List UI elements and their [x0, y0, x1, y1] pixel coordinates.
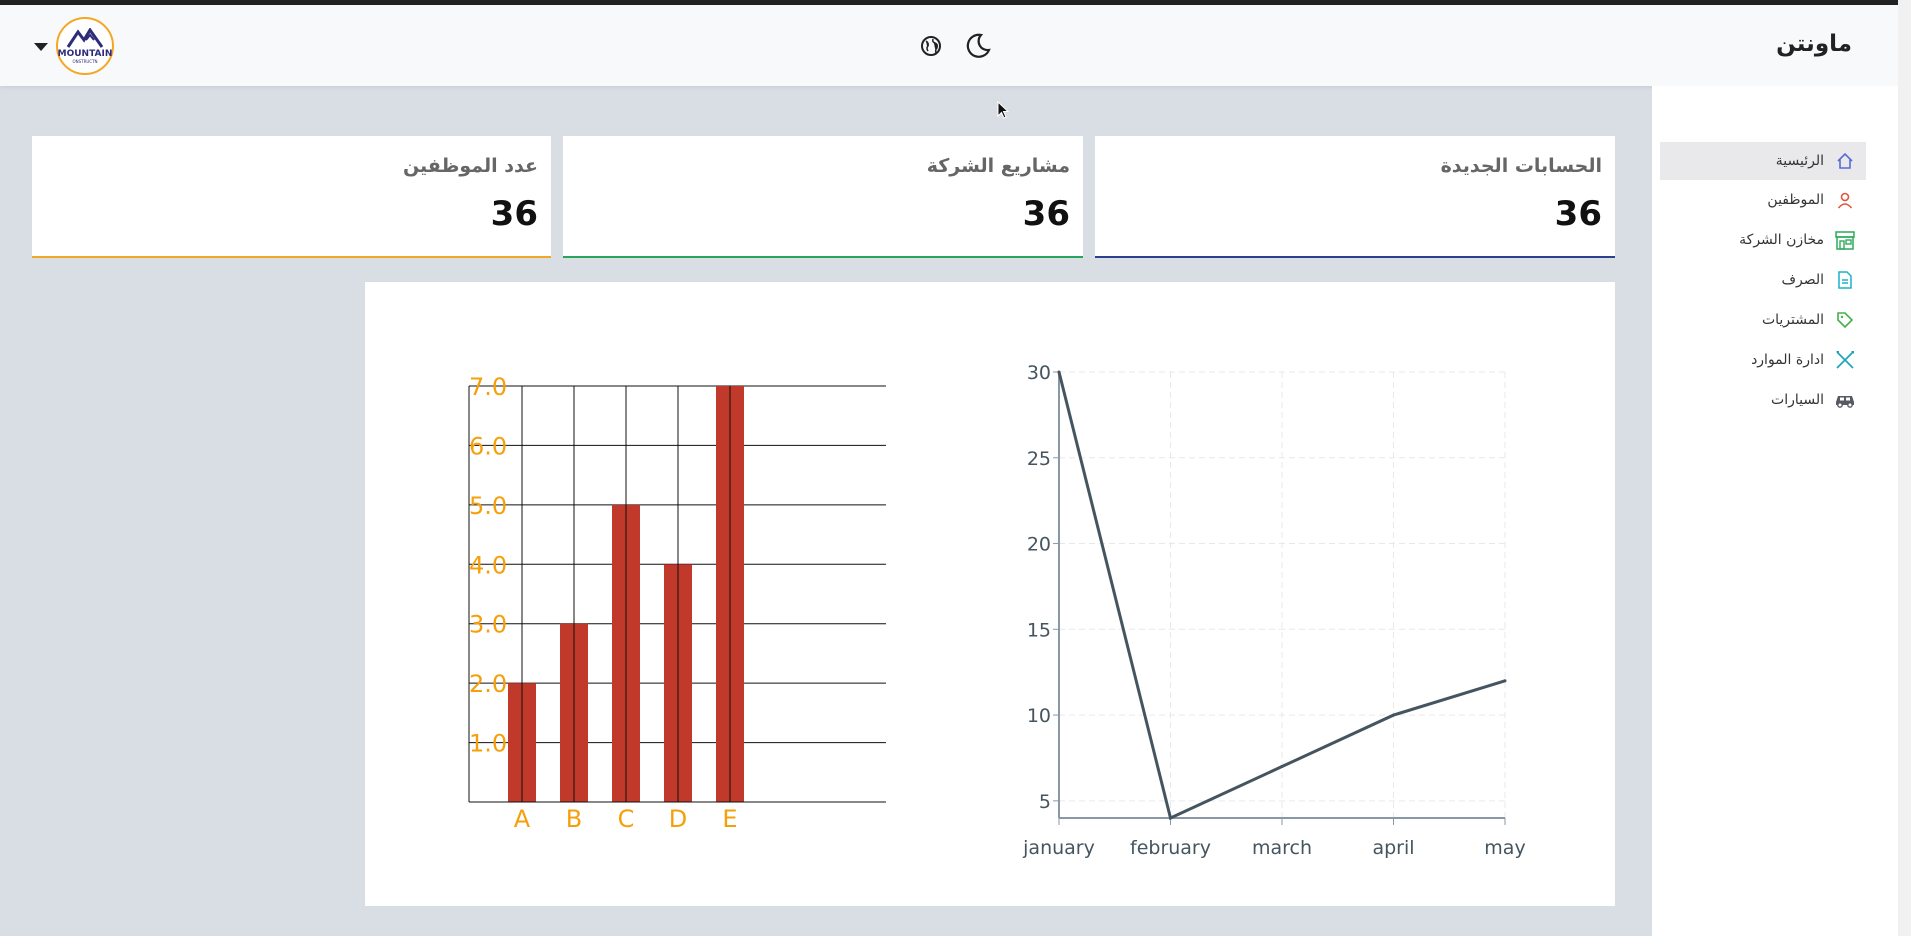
y-tick-label: 20 [1027, 534, 1051, 556]
y-tick-label: 5 [1039, 791, 1051, 813]
sidebar-item-label: السيارات [1771, 392, 1824, 408]
sidebar-nav: الرئيسية الموظفين مخازن الشركة الصرف المشتري… [1660, 142, 1866, 420]
sidebar-item-label: الرئيسية [1775, 153, 1824, 169]
card-accent-line [32, 256, 551, 258]
y-tick-label: 15 [1027, 619, 1051, 641]
x-tick-label: may [1484, 837, 1525, 859]
logo-text: MOUNTAIN [57, 49, 113, 59]
data-point [1392, 713, 1395, 717]
y-tick-label: 2.0 [469, 670, 507, 698]
mouse-cursor-icon [997, 101, 1010, 119]
store-icon [1834, 229, 1856, 251]
tools-icon [1834, 349, 1856, 371]
document-icon [1834, 269, 1856, 291]
x-tick-label: march [1252, 837, 1312, 859]
language-button[interactable] [914, 29, 948, 63]
sidebar: الرئيسية الموظفين مخازن الشركة الصرف المشتري… [1652, 86, 1898, 936]
sidebar-item-home[interactable]: الرئيسية [1660, 142, 1866, 180]
y-tick-label: 7.0 [469, 373, 507, 401]
y-tick-label: 5.0 [469, 492, 507, 520]
data-point [1057, 370, 1061, 374]
card-value: 36 [1022, 194, 1070, 234]
sidebar-item-label: المشتريات [1761, 312, 1824, 328]
card-company-projects: مشاريع الشركة 36 [563, 136, 1083, 258]
logo-subtext: ONSTRUCTN [72, 59, 98, 64]
sidebar-item-car[interactable]: السيارات [1660, 380, 1866, 420]
page-scrollbar[interactable] [1898, 0, 1911, 936]
y-tick-label: 6.0 [469, 432, 507, 460]
x-tick-label: B [566, 805, 582, 833]
dark-mode-toggle[interactable] [960, 29, 994, 63]
sidebar-item-label: الموظفين [1767, 192, 1824, 208]
card-title: مشاريع الشركة [926, 155, 1070, 177]
sidebar-item-label: مخازن الشركة [1739, 232, 1824, 248]
x-tick-label: february [1130, 837, 1211, 859]
sidebar-item-user[interactable]: الموظفين [1660, 180, 1866, 220]
x-tick-label: E [722, 805, 737, 833]
globe-icon [921, 36, 941, 56]
y-tick-label: 30 [1027, 362, 1051, 384]
home-icon [1834, 150, 1856, 172]
sidebar-item-tools[interactable]: ادارة الموارد [1660, 340, 1866, 380]
y-tick-label: 4.0 [469, 551, 507, 579]
card-accent-line [1095, 256, 1615, 258]
charts-panel: A B C D E 1.0 2.0 3.0 4.0 5.0 6.0 7.0 5 10 15 20 25 30 ja… [365, 282, 1615, 906]
card-employee-count: عدد الموظفين 36 [32, 136, 551, 258]
bar-chart: A B C D E 1.0 2.0 3.0 4.0 5.0 6.0 7.0 [468, 373, 886, 833]
sidebar-item-label: الصرف [1781, 272, 1824, 288]
top-header: ماونتن MOUNTAIN ONSTRUCTN [0, 5, 1898, 86]
line-chart: 5 10 15 20 25 30 january february march april may [1022, 362, 1526, 859]
user-menu-dropdown[interactable] [34, 43, 48, 51]
sidebar-item-store[interactable]: مخازن الشركة [1660, 220, 1866, 260]
company-logo[interactable]: MOUNTAIN ONSTRUCTN [56, 17, 114, 75]
data-point [1280, 765, 1284, 769]
card-value: 36 [490, 194, 538, 234]
x-tick-label: C [618, 805, 635, 833]
brand-name: ماونتن [1776, 31, 1852, 57]
sidebar-item-tag[interactable]: المشتريات [1660, 300, 1866, 340]
y-tick-label: 10 [1027, 705, 1051, 727]
y-tick-label: 25 [1027, 448, 1051, 470]
card-value: 36 [1554, 194, 1602, 234]
tag-icon [1834, 309, 1856, 331]
y-tick-label: 3.0 [469, 611, 507, 639]
sidebar-item-document[interactable]: الصرف [1660, 260, 1866, 300]
card-new-accounts: الحسابات الجديدة 36 [1095, 136, 1615, 258]
card-title: عدد الموظفين [402, 155, 538, 177]
user-icon [1834, 189, 1856, 211]
x-tick-label: april [1372, 837, 1414, 859]
card-accent-line [563, 256, 1083, 258]
y-tick-label: 1.0 [469, 730, 507, 758]
data-point [1169, 816, 1172, 820]
x-tick-label: january [1022, 837, 1095, 859]
car-icon [1834, 389, 1856, 411]
mountain-icon [66, 28, 104, 48]
x-tick-label: A [514, 805, 531, 833]
sidebar-item-label: ادارة الموارد [1751, 352, 1824, 368]
data-point [1503, 679, 1507, 683]
card-title: الحسابات الجديدة [1440, 155, 1602, 177]
moon-icon [966, 33, 991, 58]
x-tick-label: D [669, 805, 687, 833]
